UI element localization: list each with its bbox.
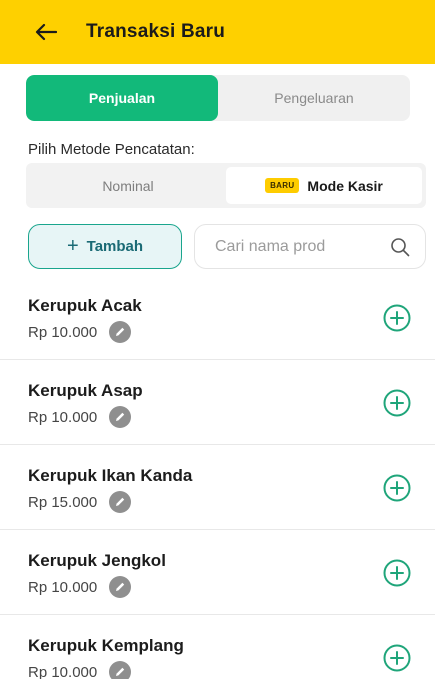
search-icon[interactable]: [389, 236, 411, 258]
search-box: [194, 224, 426, 269]
transaction-type-tabs: Penjualan Pengeluaran: [26, 75, 410, 121]
search-input[interactable]: [215, 237, 389, 256]
add-circle-icon[interactable]: [382, 388, 412, 418]
product-name: Kerupuk Kemplang: [28, 636, 184, 655]
product-price-row: Rp 10.000: [28, 321, 132, 343]
method-option-mode-kasir[interactable]: BARU Mode Kasir: [226, 167, 422, 204]
back-button[interactable]: [28, 14, 64, 50]
product-price-row: Rp 10.000: [28, 576, 132, 598]
add-product-label: Tambah: [86, 238, 144, 255]
product-name: Kerupuk Ikan Kanda: [28, 466, 193, 485]
method-label: Pilih Metode Pencatatan:: [28, 141, 195, 158]
pencil-icon[interactable]: [109, 661, 132, 679]
method-selector: Nominal BARU Mode Kasir: [26, 163, 426, 208]
new-badge: BARU: [265, 178, 300, 193]
list-item[interactable]: Kerupuk Ikan Kanda Rp 15.000: [0, 445, 435, 530]
product-list: Kerupuk Acak Rp 10.000 Kerupuk Asap Rp 1…: [0, 275, 435, 679]
product-price: Rp 10.000: [28, 663, 98, 679]
plus-icon: +: [66, 235, 79, 257]
product-name: Kerupuk Jengkol: [28, 551, 166, 570]
add-circle-icon[interactable]: [382, 473, 412, 503]
product-price-row: Rp 10.000: [28, 406, 132, 428]
add-product-button[interactable]: + Tambah: [28, 224, 182, 269]
tab-penjualan[interactable]: Penjualan: [26, 75, 218, 121]
pencil-icon[interactable]: [109, 406, 132, 428]
tab-pengeluaran[interactable]: Pengeluaran: [218, 75, 410, 121]
list-item[interactable]: Kerupuk Kemplang Rp 10.000: [0, 615, 435, 679]
product-price: Rp 15.000: [28, 493, 98, 511]
app-bar: Transaksi Baru: [0, 0, 435, 64]
add-circle-icon[interactable]: [382, 558, 412, 588]
method-option-label: Mode Kasir: [307, 177, 383, 194]
product-price: Rp 10.000: [28, 408, 98, 426]
pencil-icon[interactable]: [109, 321, 132, 343]
method-option-label: Nominal: [102, 177, 154, 194]
page-title: Transaksi Baru: [86, 21, 226, 42]
list-item[interactable]: Kerupuk Jengkol Rp 10.000: [0, 530, 435, 615]
product-price: Rp 10.000: [28, 323, 98, 341]
add-circle-icon[interactable]: [382, 643, 412, 673]
pencil-icon[interactable]: [109, 491, 132, 513]
arrow-left-icon: [35, 23, 57, 41]
product-price-row: Rp 15.000: [28, 491, 132, 513]
product-name: Kerupuk Asap: [28, 381, 143, 400]
add-circle-icon[interactable]: [382, 303, 412, 333]
product-price: Rp 10.000: [28, 578, 98, 596]
list-item[interactable]: Kerupuk Asap Rp 10.000: [0, 360, 435, 445]
list-item[interactable]: Kerupuk Acak Rp 10.000: [0, 275, 435, 360]
pencil-icon[interactable]: [109, 576, 132, 598]
product-price-row: Rp 10.000: [28, 661, 132, 679]
product-name: Kerupuk Acak: [28, 296, 142, 315]
method-option-nominal[interactable]: Nominal: [30, 167, 226, 204]
